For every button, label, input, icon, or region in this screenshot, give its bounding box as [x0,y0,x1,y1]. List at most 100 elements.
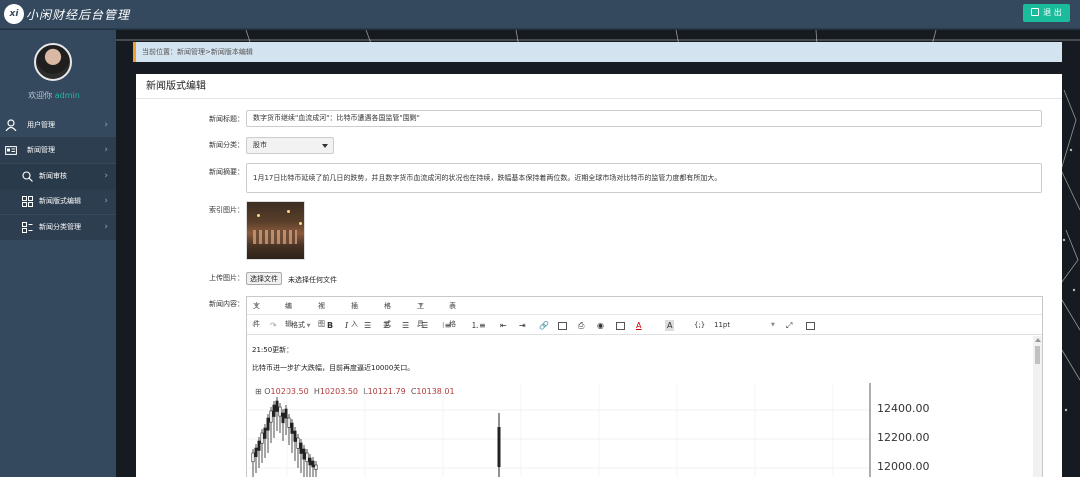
category-select[interactable]: 股市 [246,137,334,154]
sidebar-item-label: 新闻版式编辑 [39,197,81,205]
edit-panel: 新闻版式编辑 新闻标题： 数字货币继续"血流成河"：比特币遭遇各国监管"围剿" … [136,74,1062,477]
candle-body [287,417,291,428]
top-bar: xi 小闲财经后台管理 退 出 [0,0,1080,29]
logo-icon: xi [4,4,24,24]
redo-icon[interactable]: ↷ [270,320,277,331]
scroll-up-icon[interactable] [1035,338,1041,342]
scroll-thumb[interactable] [1035,346,1040,364]
breadcrumb: 当前位置：新闻管理>新闻版本编辑 [133,42,1062,62]
print-icon[interactable]: ⎙ [578,320,584,331]
candle-body [497,427,501,467]
numbered-list-icon[interactable]: ⒈≡ [471,320,486,331]
page-title: 新闻版式编辑 [136,74,1062,99]
chevron-right-icon: › [104,120,108,130]
sidebar-item-label: 新闻管理 [27,146,55,154]
logout-label: 退 出 [1043,8,1062,17]
sidebar-item-user-management[interactable]: 用户管理 › [0,113,116,138]
candle-body [251,452,255,463]
index-image-thumbnail [246,201,305,260]
editor-content[interactable]: 21:50更新： 比特币进一步扩大跌幅，目前再度逼近10000关口。 ⊞ O10… [247,336,1042,477]
candle-body [278,406,282,417]
candle-body [266,417,270,431]
candle-body [290,422,294,434]
italic-icon[interactable]: I [345,320,348,331]
chevron-right-icon: › [104,222,108,232]
sidebar-item-news-review[interactable]: 新闻审核 › [0,164,116,189]
candle-body [284,408,288,419]
media-icon[interactable] [616,322,625,330]
align-left-icon[interactable]: ☰ [364,320,371,331]
welcome-label: 欢迎你 [28,91,53,100]
title-input[interactable]: 数字货币继续"血流成河"：比特币遭遇各国监管"围剿" [246,110,1042,127]
sidebar-item-label: 新闻分类管理 [39,223,81,231]
welcome-text: 欢迎你 admin [0,90,108,101]
link-icon[interactable]: 🔗 [539,320,549,331]
upload-label: 上传图片： [209,274,244,282]
fullscreen-icon[interactable]: ⤢ [786,320,792,331]
app-title: 小闲财经后台管理 [26,8,131,22]
candle-body [275,400,279,412]
candle-body [281,412,285,424]
code-icon[interactable]: {;} [694,320,705,331]
logout-button[interactable]: 退 出 [1023,4,1070,22]
candle-body [311,460,315,468]
editor-toolbar: ↶ ↷ 格式 ▼ B I ☰ ☰ ☰ ☰ ⁝≡ ⒈≡ ⇤ ⇥ 🔗 ⎙ ◉ A A [247,316,1042,335]
category-icon [22,222,33,233]
avatar [34,43,72,81]
chevron-right-icon: › [104,196,108,206]
outdent-icon[interactable]: ⇤ [500,320,507,331]
preview-icon[interactable]: ◉ [597,320,604,331]
main-area: 当前位置：新闻管理>新闻版本编辑 新闻版式编辑 新闻标题： 数字货币继续"血流成… [116,30,1080,477]
title-label: 新闻标题： [209,115,244,123]
insert-image-icon[interactable] [806,322,815,330]
username: admin [54,91,80,100]
sidebar: 欢迎你 admin 用户管理 › 新闻管理 › 新闻审核 › 新闻版式编辑 › … [0,30,116,477]
content-line: 比特币进一步扩大跌幅，目前再度逼近10000关口。 [252,364,415,372]
user-icon [5,119,17,131]
align-justify-icon[interactable]: ☰ [421,320,428,331]
candle-body [272,404,276,417]
edit-icon [1031,8,1040,16]
sidebar-item-label: 新闻审核 [39,172,67,180]
sidebar-item-news-management[interactable]: 新闻管理 › [0,138,116,163]
grid-icon [22,196,33,207]
candle-body [257,440,261,451]
image-icon[interactable] [558,322,567,330]
y-tick-label: 12200.00 [877,431,930,444]
text-color-icon[interactable]: A [636,320,641,331]
sidebar-item-news-layout[interactable]: 新闻版式编辑 › [0,189,116,214]
candle-body [302,448,306,460]
candle-body [254,447,258,458]
rich-text-editor[interactable]: 文件 ▼ 编辑 ▼ 视图 ▼ 插入 ▼ 格式 ▼ 工具 ▼ 表格 ▼ ↶ ↷ 格式 ▼ B I… [246,296,1043,477]
index-image-label: 索引图片： [209,206,244,214]
candle-body [305,452,309,463]
y-tick-label: 12000.00 [877,460,930,473]
align-right-icon[interactable]: ☰ [402,320,409,331]
y-tick-label: 12400.00 [877,402,930,415]
file-status: 未选择任何文件 [288,276,337,284]
summary-label: 新闻摘要： [209,168,244,176]
summary-textarea[interactable]: 1月17日比特币延续了前几日的跌势，并且数字货币血流成河的状况也在持续，跌幅基本… [246,163,1042,193]
chevron-right-icon: › [104,145,108,155]
id-card-icon [5,146,17,155]
candle-body [308,457,312,466]
font-size-dropdown[interactable]: 11pt [714,320,730,331]
background-color-icon[interactable]: A [665,320,675,331]
format-dropdown[interactable]: 格式 ▼ [291,320,310,331]
candle-body [260,432,264,444]
align-center-icon[interactable]: ☰ [383,320,390,331]
indent-icon[interactable]: ⇥ [519,320,526,331]
sidebar-item-label: 用户管理 [27,121,55,129]
content-line: 21:50更新： [252,346,294,354]
undo-icon[interactable]: ↶ [252,320,259,331]
sidebar-item-news-category[interactable]: 新闻分类管理 › [0,215,116,240]
candle-body [296,437,300,449]
editor-scrollbar[interactable] [1033,336,1042,477]
search-icon [22,171,33,182]
candle-body [314,464,318,470]
candle-body [269,410,273,423]
bullet-list-icon[interactable]: ⁝≡ [442,320,451,331]
candle-body [299,442,303,454]
bold-icon[interactable]: B [327,320,333,331]
choose-file-button[interactable]: 选择文件 [246,272,282,285]
